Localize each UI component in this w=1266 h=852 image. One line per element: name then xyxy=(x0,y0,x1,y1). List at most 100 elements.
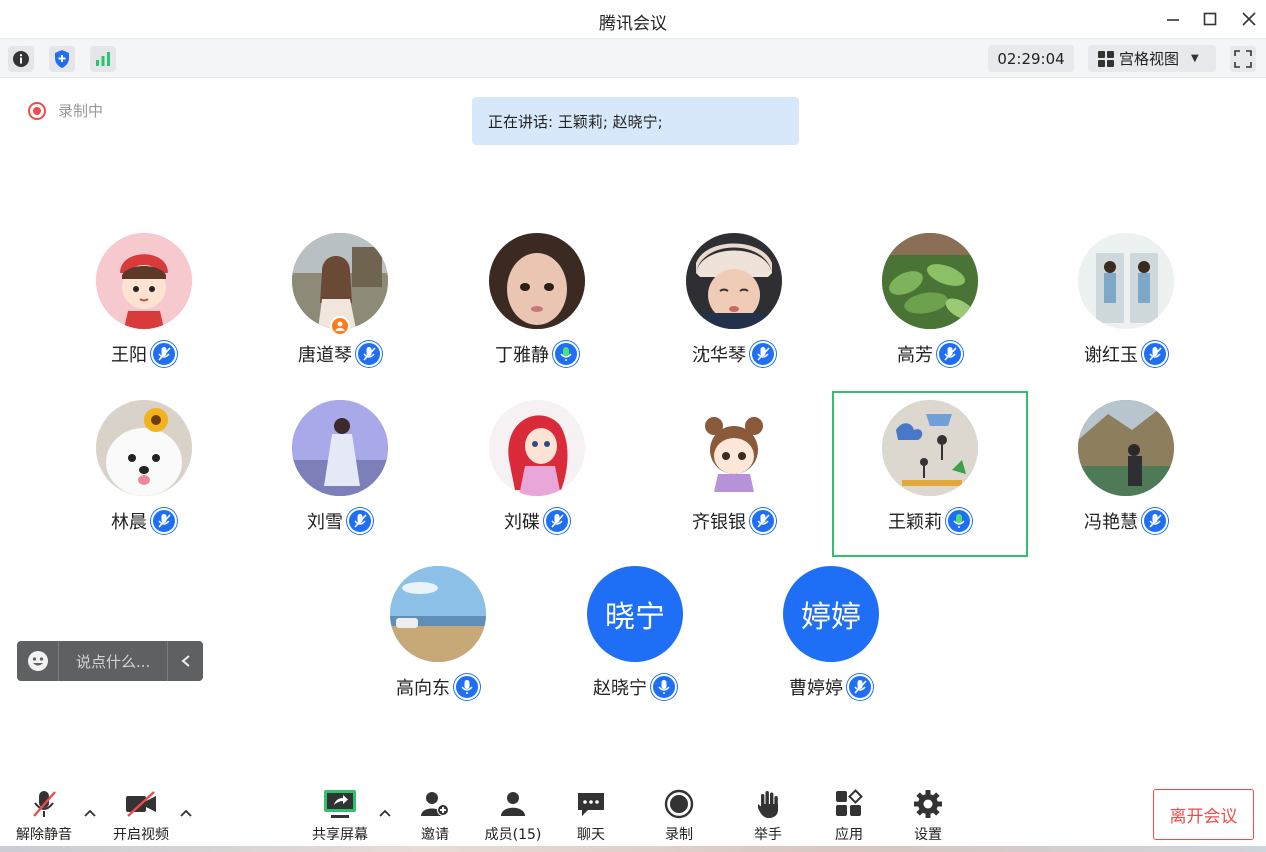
mic-on-icon xyxy=(651,674,677,700)
participant-tile-speaking[interactable]: 王颖莉 xyxy=(832,400,1028,560)
quick-chat-box[interactable]: 说点什么... xyxy=(17,641,203,681)
meeting-info-button[interactable] xyxy=(8,46,34,72)
participant-tile[interactable]: 沈华琴 xyxy=(636,233,832,393)
signal-icon xyxy=(96,52,110,66)
participant-tile[interactable]: 刘碟 xyxy=(439,400,635,560)
mic-muted-icon xyxy=(151,341,177,367)
host-badge-icon xyxy=(330,316,350,336)
avatar xyxy=(292,233,388,329)
share-screen-label: 共享屏幕 xyxy=(312,827,368,843)
mic-muted-icon xyxy=(1142,341,1168,367)
participant-name: 曹婷婷 xyxy=(789,678,843,699)
audio-options-button[interactable] xyxy=(82,806,98,820)
background-strip xyxy=(0,846,1266,852)
unmute-label: 解除静音 xyxy=(16,827,72,843)
top-toolbar: 02:29:04 宫格视图 ▼ xyxy=(0,38,1266,78)
participant-name: 王阳 xyxy=(111,345,147,366)
unmute-button[interactable]: 解除静音 xyxy=(9,788,79,844)
participant-tile[interactable]: 晓宁 赵晓宁 xyxy=(537,566,733,726)
participant-name-row: 唐道琴 xyxy=(242,341,438,367)
participant-tile[interactable]: 冯艳慧 xyxy=(1028,400,1224,560)
close-button[interactable] xyxy=(1236,6,1262,32)
start-video-button[interactable]: 开启视频 xyxy=(106,788,176,844)
apps-button[interactable]: 应用 xyxy=(814,788,884,844)
minimize-button[interactable] xyxy=(1160,6,1186,32)
share-screen-button[interactable]: 共享屏幕 xyxy=(305,788,375,844)
record-button[interactable]: 录制 xyxy=(644,788,714,844)
chat-input[interactable]: 说点什么... xyxy=(59,651,167,672)
participant-tile[interactable]: 王阳 xyxy=(46,233,242,393)
cartoon-girl-icon xyxy=(96,233,192,329)
chat-button[interactable]: 聊天 xyxy=(556,788,626,844)
participant-tile[interactable]: 谢红玉 xyxy=(1028,233,1224,393)
settings-label: 设置 xyxy=(914,827,942,843)
avatar xyxy=(882,400,978,496)
speaking-banner: 正在讲话: 王颖莉; 赵晓宁; xyxy=(472,97,799,145)
apps-label: 应用 xyxy=(835,827,863,843)
participant-name-row: 赵晓宁 xyxy=(537,674,733,700)
participant-tile[interactable]: 婷婷 曹婷婷 xyxy=(733,566,929,726)
security-button[interactable] xyxy=(49,46,75,72)
fullscreen-button[interactable] xyxy=(1230,46,1256,72)
recording-indicator: 录制中 xyxy=(28,100,103,121)
participant-name: 赵晓宁 xyxy=(593,678,647,699)
grid-view-icon xyxy=(1098,50,1114,67)
participant-tile[interactable]: 丁雅静 xyxy=(439,233,635,393)
share-options-button[interactable] xyxy=(377,806,393,820)
participant-name-row: 沈华琴 xyxy=(636,341,832,367)
participant-tile[interactable]: 林晨 xyxy=(46,400,242,560)
members-icon xyxy=(496,788,530,820)
avatar-text: 婷婷 xyxy=(783,566,879,662)
apps-icon xyxy=(832,788,866,820)
maximize-button[interactable] xyxy=(1197,6,1223,32)
participant-name: 高芳 xyxy=(897,345,933,366)
chat-label: 聊天 xyxy=(577,827,605,843)
participant-tile[interactable]: 高芳 xyxy=(832,233,1028,393)
emoji-button[interactable] xyxy=(17,641,59,681)
participant-name-row: 高芳 xyxy=(832,341,1028,367)
participant-name-row: 王颖莉 xyxy=(832,508,1028,534)
avatar xyxy=(882,233,978,329)
mic-muted-icon xyxy=(847,674,873,700)
chevron-left-icon xyxy=(180,655,190,667)
members-button[interactable]: 成员(15) xyxy=(478,788,548,844)
chevron-up-icon xyxy=(84,809,96,817)
photo-avatar-icon xyxy=(686,233,782,329)
video-options-button[interactable] xyxy=(178,806,194,820)
participant-tile[interactable]: 刘雪 xyxy=(242,400,438,560)
participant-name-row: 齐银银 xyxy=(636,508,832,534)
invite-button[interactable]: 邀请 xyxy=(400,788,470,844)
network-status-button[interactable] xyxy=(90,46,116,72)
beach-avatar-icon xyxy=(390,566,486,662)
view-mode-label: 宫格视图 xyxy=(1119,50,1180,68)
record-dot-icon xyxy=(28,101,46,120)
avatar xyxy=(96,233,192,329)
maximize-icon xyxy=(1203,12,1217,26)
bottom-control-bar: 解除静音 开启视频 共享屏幕 邀请 成员(15) 聊天 录制 举手 应用 设置 … xyxy=(0,772,1266,852)
participant-name-row: 曹婷婷 xyxy=(733,674,929,700)
members-label: 成员(15) xyxy=(484,827,542,843)
photo-avatar-icon xyxy=(292,233,388,329)
participant-name-row: 丁雅静 xyxy=(439,341,635,367)
cartoon-mermaid-icon xyxy=(489,400,585,496)
participant-name-row: 谢红玉 xyxy=(1028,341,1224,367)
raise-hand-button[interactable]: 举手 xyxy=(733,788,803,844)
mic-muted-icon xyxy=(544,508,570,534)
photo-avatar-icon xyxy=(1078,400,1174,496)
view-mode-dropdown[interactable]: 宫格视图 ▼ xyxy=(1088,45,1216,72)
participant-tile[interactable]: 高向东 xyxy=(340,566,536,726)
leave-meeting-button[interactable]: 离开会议 xyxy=(1153,789,1254,840)
participant-name: 谢红玉 xyxy=(1084,345,1138,366)
avatar xyxy=(686,400,782,496)
collapse-chat-button[interactable] xyxy=(167,641,203,681)
settings-button[interactable]: 设置 xyxy=(893,788,963,844)
avatar xyxy=(292,400,388,496)
participant-tile[interactable]: 齐银银 xyxy=(636,400,832,560)
chevron-up-icon xyxy=(180,809,192,817)
participant-name-row: 高向东 xyxy=(340,674,536,700)
mic-muted-icon xyxy=(937,341,963,367)
photo-avatar-icon xyxy=(489,233,585,329)
participant-name: 丁雅静 xyxy=(495,345,549,366)
cartoon-girl-icon xyxy=(686,400,782,496)
participant-tile[interactable]: 唐道琴 xyxy=(242,233,438,393)
